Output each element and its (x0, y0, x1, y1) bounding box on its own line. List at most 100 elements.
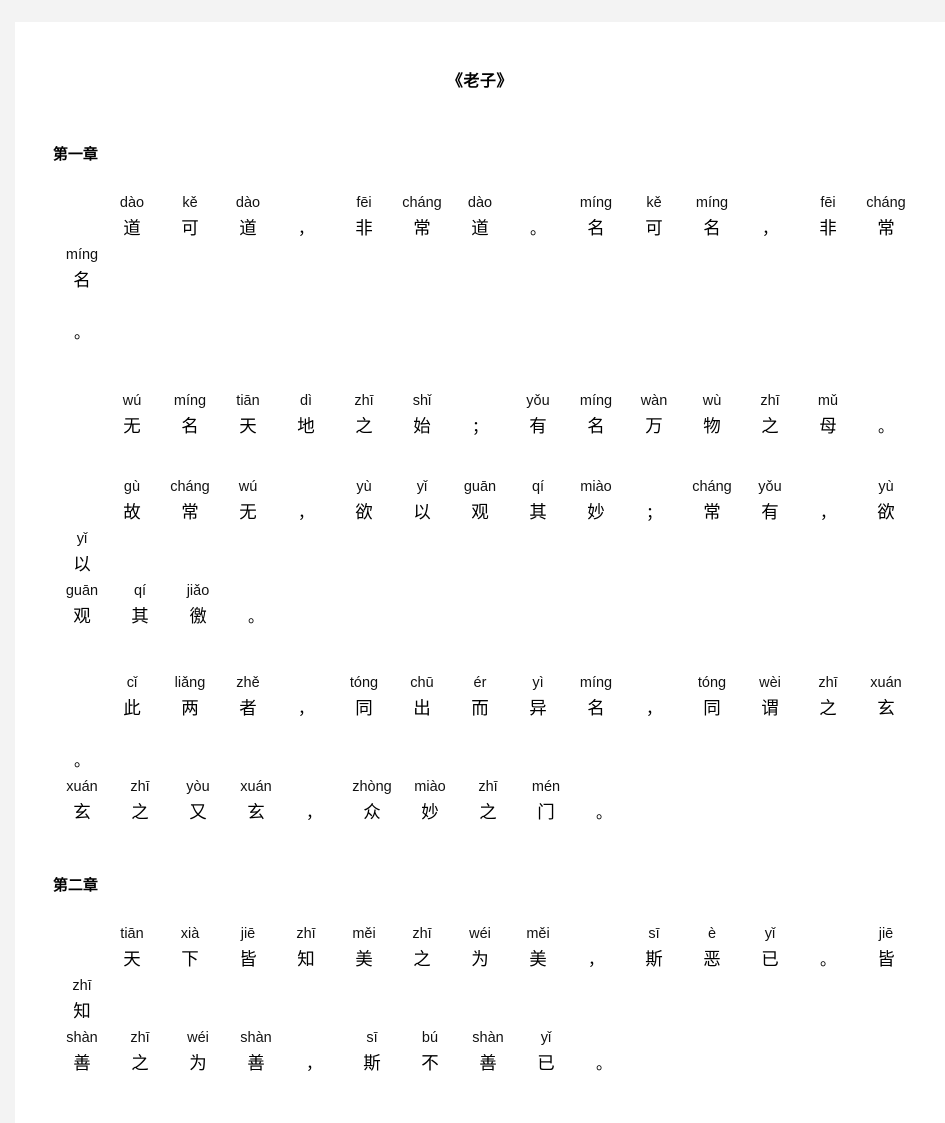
verse-line: cǐ 此 liǎng 两 zhě 者 ， tóng 同 chū 出 ér 而 yì 异 míng 名 ， tón… (53, 672, 937, 776)
pinyin-text (577, 776, 631, 798)
hanzi-character: 玄 (73, 803, 91, 823)
hanzi-character: 知 (73, 1002, 91, 1022)
pinyin-text: dào (119, 195, 145, 211)
hanzi-character: 皆 (877, 950, 895, 970)
line-indent-spacer (53, 672, 103, 724)
hanzi-character: 已 (761, 950, 779, 970)
punctuation-glyph: ， (305, 803, 322, 822)
pinyin-hanzi-cell: cháng 常 (161, 476, 219, 528)
pinyin-text: cháng (692, 479, 732, 495)
hanzi-character: 众 (363, 803, 381, 823)
hanzi-character: 玄 (877, 699, 895, 719)
punctuation-glyph: ， (297, 503, 314, 522)
pinyin-hanzi-cell: cǐ 此 (103, 672, 161, 724)
pinyin-hanzi-cell: tóng 同 (683, 672, 741, 724)
punctuation-cell: 。 (857, 390, 915, 442)
pinyin-text: shàn (66, 1030, 98, 1046)
pinyin-hanzi-cell: míng 名 (683, 192, 741, 244)
pinyin-hanzi-cell: jiǎo 徼 (169, 580, 227, 632)
pinyin-text: kě (182, 195, 198, 211)
punctuation-glyph: ， (297, 219, 314, 238)
pinyin-text (55, 296, 109, 318)
punctuation-glyph: 。 (73, 323, 90, 342)
hanzi-character: 可 (181, 219, 199, 239)
pinyin-text (229, 580, 283, 602)
hanzi-character: 此 (123, 699, 141, 719)
pinyin-text: wú (238, 479, 258, 495)
pinyin-text: zhī (478, 779, 498, 795)
punctuation-glyph: 。 (247, 607, 264, 626)
pinyin-text: xià (180, 926, 200, 942)
pinyin-text: qí (531, 479, 545, 495)
punctuation-cell: ， (277, 476, 335, 528)
hanzi-character: 又 (189, 803, 207, 823)
hanzi-character: 以 (73, 555, 91, 575)
pinyin-hanzi-cell: shàn 善 (53, 1027, 111, 1079)
pinyin-text: měi (352, 926, 376, 942)
hanzi-character: 地 (297, 417, 315, 437)
pinyin-hanzi-cell: zhī 之 (111, 1027, 169, 1079)
verse-line: dào 道 kě 可 dào 道 ， fēi 非 cháng 常 dào 道 。 míng 名 kě 可 mín… (53, 192, 937, 296)
pinyin-text: guān (65, 583, 99, 599)
pinyin-hanzi-cell: míng 名 (567, 672, 625, 724)
pinyin-text: tóng (349, 675, 379, 691)
pinyin-text (287, 776, 341, 798)
pinyin-text: liǎng (174, 675, 206, 691)
punctuation-cell: 。 (575, 1027, 633, 1079)
pinyin-text (859, 390, 913, 412)
document-page: 《老子》 第一章 dào 道 kě 可 dào 道 ， fēi 非 cháng 常 dào 道 。 mí… (15, 22, 945, 1123)
hanzi-character: 之 (819, 699, 837, 719)
pinyin-text: cháng (866, 195, 906, 211)
pinyin-text: zhī (354, 393, 374, 409)
pinyin-text: shǐ (412, 393, 432, 409)
pinyin-hanzi-cell: yòu 又 (169, 776, 227, 828)
pinyin-text: è (707, 926, 717, 942)
pinyin-text: xuán (870, 675, 902, 691)
hanzi-character: 善 (73, 1054, 91, 1074)
hanzi-character: 为 (189, 1054, 207, 1074)
hanzi-character: 已 (537, 1054, 555, 1074)
pinyin-text: zhě (236, 675, 260, 691)
pinyin-text: wèi (759, 675, 781, 691)
hanzi-character: 欲 (355, 503, 373, 523)
pinyin-hanzi-cell: gù 故 (103, 476, 161, 528)
pinyin-text: zhī (296, 926, 316, 942)
hanzi-character: 同 (355, 699, 373, 719)
punctuation-cell: ， (277, 672, 335, 724)
pinyin-hanzi-cell: tiān 天 (103, 923, 161, 975)
hanzi-character: 者 (239, 699, 257, 719)
pinyin-text: guān (463, 479, 497, 495)
pinyin-text: chū (410, 675, 434, 691)
hanzi-character: 异 (529, 699, 547, 719)
pinyin-hanzi-cell: zhòng 众 (343, 776, 401, 828)
pinyin-hanzi-cell: guān 观 (53, 580, 111, 632)
hanzi-character: 万 (645, 417, 663, 437)
hanzi-character: 皆 (239, 950, 257, 970)
pinyin-text: gù (123, 479, 141, 495)
pinyin-hanzi-cell: zhī 之 (459, 776, 517, 828)
pinyin-text: míng (695, 195, 729, 211)
pinyin-text (279, 672, 333, 694)
pinyin-text: tiān (236, 393, 260, 409)
pinyin-hanzi-cell: yǐ 已 (741, 923, 799, 975)
pinyin-hanzi-cell: xuán 玄 (857, 672, 915, 724)
hanzi-character: 可 (645, 219, 663, 239)
hanzi-character: 之 (131, 803, 149, 823)
pinyin-text: jiē (240, 926, 256, 942)
verse-line: xuán 玄 zhī 之 yòu 又 xuán 玄 ， zhòng 众 miào 妙 zhī 之 mén 门 … (53, 776, 937, 828)
pinyin-text (627, 672, 681, 694)
punctuation-glyph: 。 (595, 803, 612, 822)
hanzi-character: 斯 (645, 950, 663, 970)
pinyin-hanzi-cell: wéi 为 (169, 1027, 227, 1079)
hanzi-character: 故 (123, 503, 141, 523)
verse-line: shàn 善 zhī 之 wéi 为 shàn 善 ， sī 斯 bú 不 shàn 善 yǐ 已 。 (53, 1027, 937, 1079)
line-indent-spacer (53, 476, 103, 528)
hanzi-character: 非 (355, 219, 373, 239)
hanzi-character: 门 (537, 803, 555, 823)
hanzi-character: 徼 (189, 607, 207, 627)
punctuation-glyph: ， (587, 950, 604, 969)
hanzi-character: 妙 (587, 503, 605, 523)
pinyin-hanzi-cell: zhī 之 (335, 390, 393, 442)
punctuation-glyph: 。 (529, 219, 546, 238)
verse-line: wú 无 míng 名 tiān 天 dì 地 zhī 之 shǐ 始 ； yǒu 有 míng 名 wàn 万 w… (53, 390, 937, 442)
